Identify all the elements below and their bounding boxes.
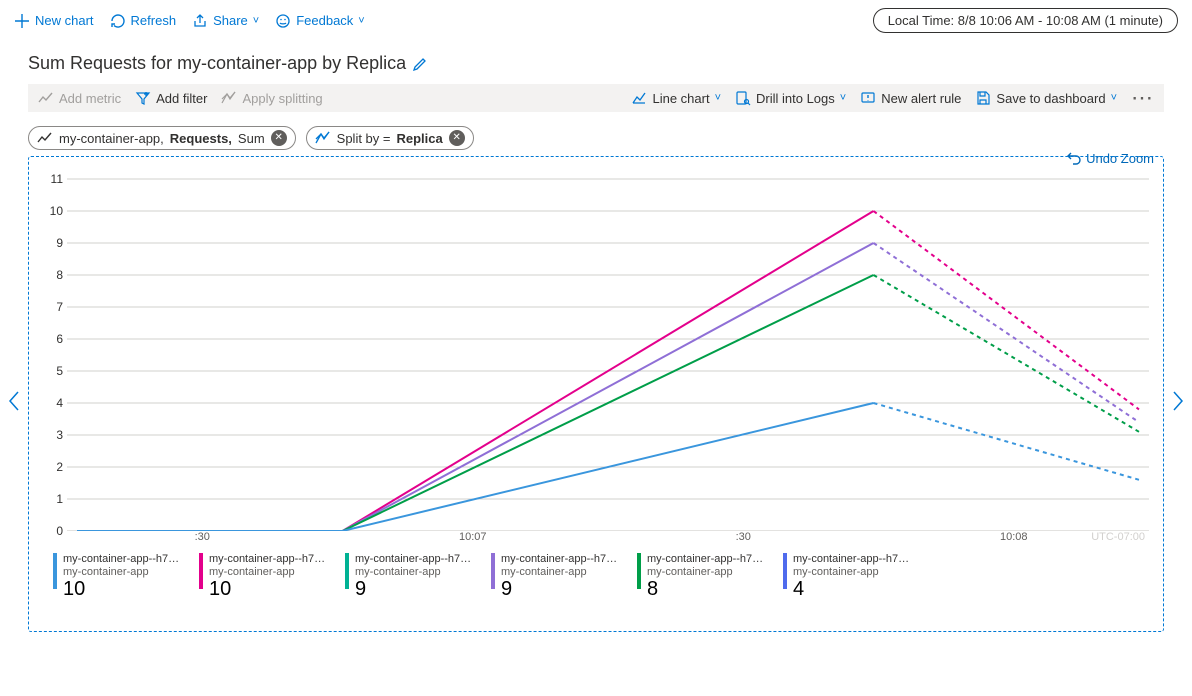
chart-plot[interactable]: 01234567891011 [67, 171, 1149, 531]
filter-icon [135, 90, 151, 106]
share-icon [192, 13, 208, 29]
y-tick-label: 9 [41, 236, 63, 250]
time-range-pill[interactable]: Local Time: 8/8 10:06 AM - 10:08 AM (1 m… [873, 8, 1178, 33]
x-tick-label: :30 [195, 531, 210, 543]
legend-sub: my-container-app [355, 566, 471, 579]
metric-pill[interactable]: my-container-app, Requests, Sum ✕ [28, 126, 296, 150]
feedback-button[interactable]: Feedback ˅ [275, 13, 365, 29]
legend-value: 9 [501, 578, 617, 601]
edit-icon[interactable] [412, 56, 428, 72]
legend-swatch [53, 553, 57, 589]
legend-name: my-container-app--h7… [209, 553, 325, 566]
new-alert-button[interactable]: New alert rule [860, 90, 961, 106]
save-icon [975, 90, 991, 106]
legend-item[interactable]: my-container-app--h7… my-container-app 4 [783, 553, 921, 601]
chevron-down-icon: ˅ [253, 15, 259, 27]
legend-swatch [345, 553, 349, 589]
metric-pills-row: my-container-app, Requests, Sum ✕ Split … [0, 112, 1192, 156]
plus-icon [14, 13, 30, 29]
chart-type-button[interactable]: Line chart ˅ [631, 90, 721, 106]
remove-metric-icon[interactable]: ✕ [271, 130, 287, 146]
y-tick-label: 3 [41, 428, 63, 442]
legend-name: my-container-app--h7… [793, 553, 909, 566]
x-tick-label: 10:07 [459, 531, 487, 543]
legend-value: 10 [209, 578, 325, 601]
legend-swatch [783, 553, 787, 589]
y-tick-label: 2 [41, 460, 63, 474]
legend-swatch [199, 553, 203, 589]
more-actions-button[interactable]: ⋯ [1131, 91, 1154, 104]
legend-value: 4 [793, 578, 909, 601]
y-tick-label: 4 [41, 396, 63, 410]
alert-icon [860, 90, 876, 106]
utc-label: UTC-07:00 [1091, 531, 1145, 543]
new-chart-button[interactable]: New chart [14, 13, 94, 29]
share-button[interactable]: Share ˅ [192, 13, 259, 29]
y-tick-label: 5 [41, 364, 63, 378]
legend-sub: my-container-app [501, 566, 617, 579]
top-toolbar: New chart Refresh Share ˅ Feedback ˅ Loc… [0, 0, 1192, 39]
split-icon [315, 130, 331, 146]
split-pill[interactable]: Split by = Replica ✕ [306, 126, 474, 150]
chevron-down-icon: ˅ [1111, 92, 1117, 104]
chevron-down-icon: ˅ [840, 92, 846, 104]
legend: my-container-app--h7… my-container-app 1… [49, 547, 1155, 603]
add-filter-button[interactable]: Add filter [135, 90, 207, 106]
chevron-down-icon: ˅ [715, 92, 721, 104]
x-tick-label: :30 [736, 531, 751, 543]
y-tick-label: 7 [41, 300, 63, 314]
legend-item[interactable]: my-container-app--h7… my-container-app 1… [199, 553, 337, 601]
y-tick-label: 8 [41, 268, 63, 282]
split-icon [221, 90, 237, 106]
save-dashboard-button[interactable]: Save to dashboard ˅ [975, 90, 1117, 106]
legend-value: 8 [647, 578, 763, 601]
refresh-button[interactable]: Refresh [110, 13, 177, 29]
metric-icon [38, 90, 54, 106]
chevron-down-icon: ˅ [358, 15, 364, 27]
legend-sub: my-container-app [63, 566, 179, 579]
legend-swatch [637, 553, 641, 589]
legend-value: 10 [63, 578, 179, 601]
y-tick-label: 1 [41, 492, 63, 506]
add-metric-button[interactable]: Add metric [38, 90, 121, 106]
legend-swatch [491, 553, 495, 589]
logs-icon [735, 90, 751, 106]
y-tick-label: 0 [41, 524, 63, 538]
y-tick-label: 6 [41, 332, 63, 346]
legend-name: my-container-app--h7… [355, 553, 471, 566]
legend-name: my-container-app--h7… [501, 553, 617, 566]
legend-sub: my-container-app [647, 566, 763, 579]
apply-splitting-button[interactable]: Apply splitting [221, 90, 322, 106]
next-chart-button[interactable] [1168, 390, 1188, 418]
legend-item[interactable]: my-container-app--h7… my-container-app 9 [491, 553, 629, 601]
line-chart-icon [631, 90, 647, 106]
chart-toolbar: Add metric Add filter Apply splitting Li… [28, 84, 1164, 112]
legend-sub: my-container-app [209, 566, 325, 579]
metric-icon [37, 130, 53, 146]
legend-sub: my-container-app [793, 566, 909, 579]
chart-frame: 01234567891011 UTC-07:00 :3010:07:3010:0… [28, 156, 1164, 632]
remove-split-icon[interactable]: ✕ [449, 130, 465, 146]
x-tick-label: 10:08 [1000, 531, 1028, 543]
legend-item[interactable]: my-container-app--h7… my-container-app 8 [637, 553, 775, 601]
y-tick-label: 10 [41, 204, 63, 218]
chart-title-row: Sum Requests for my-container-app by Rep… [0, 39, 1192, 84]
legend-item[interactable]: my-container-app--h7… my-container-app 9 [345, 553, 483, 601]
chart-title: Sum Requests for my-container-app by Rep… [28, 53, 406, 74]
drill-logs-button[interactable]: Drill into Logs ˅ [735, 90, 846, 106]
y-tick-label: 11 [41, 172, 63, 186]
legend-item[interactable]: my-container-app--h7… my-container-app 1… [53, 553, 191, 601]
refresh-icon [110, 13, 126, 29]
smile-icon [275, 13, 291, 29]
legend-value: 9 [355, 578, 471, 601]
legend-name: my-container-app--h7… [647, 553, 763, 566]
legend-name: my-container-app--h7… [63, 553, 179, 566]
prev-chart-button[interactable] [4, 390, 24, 418]
